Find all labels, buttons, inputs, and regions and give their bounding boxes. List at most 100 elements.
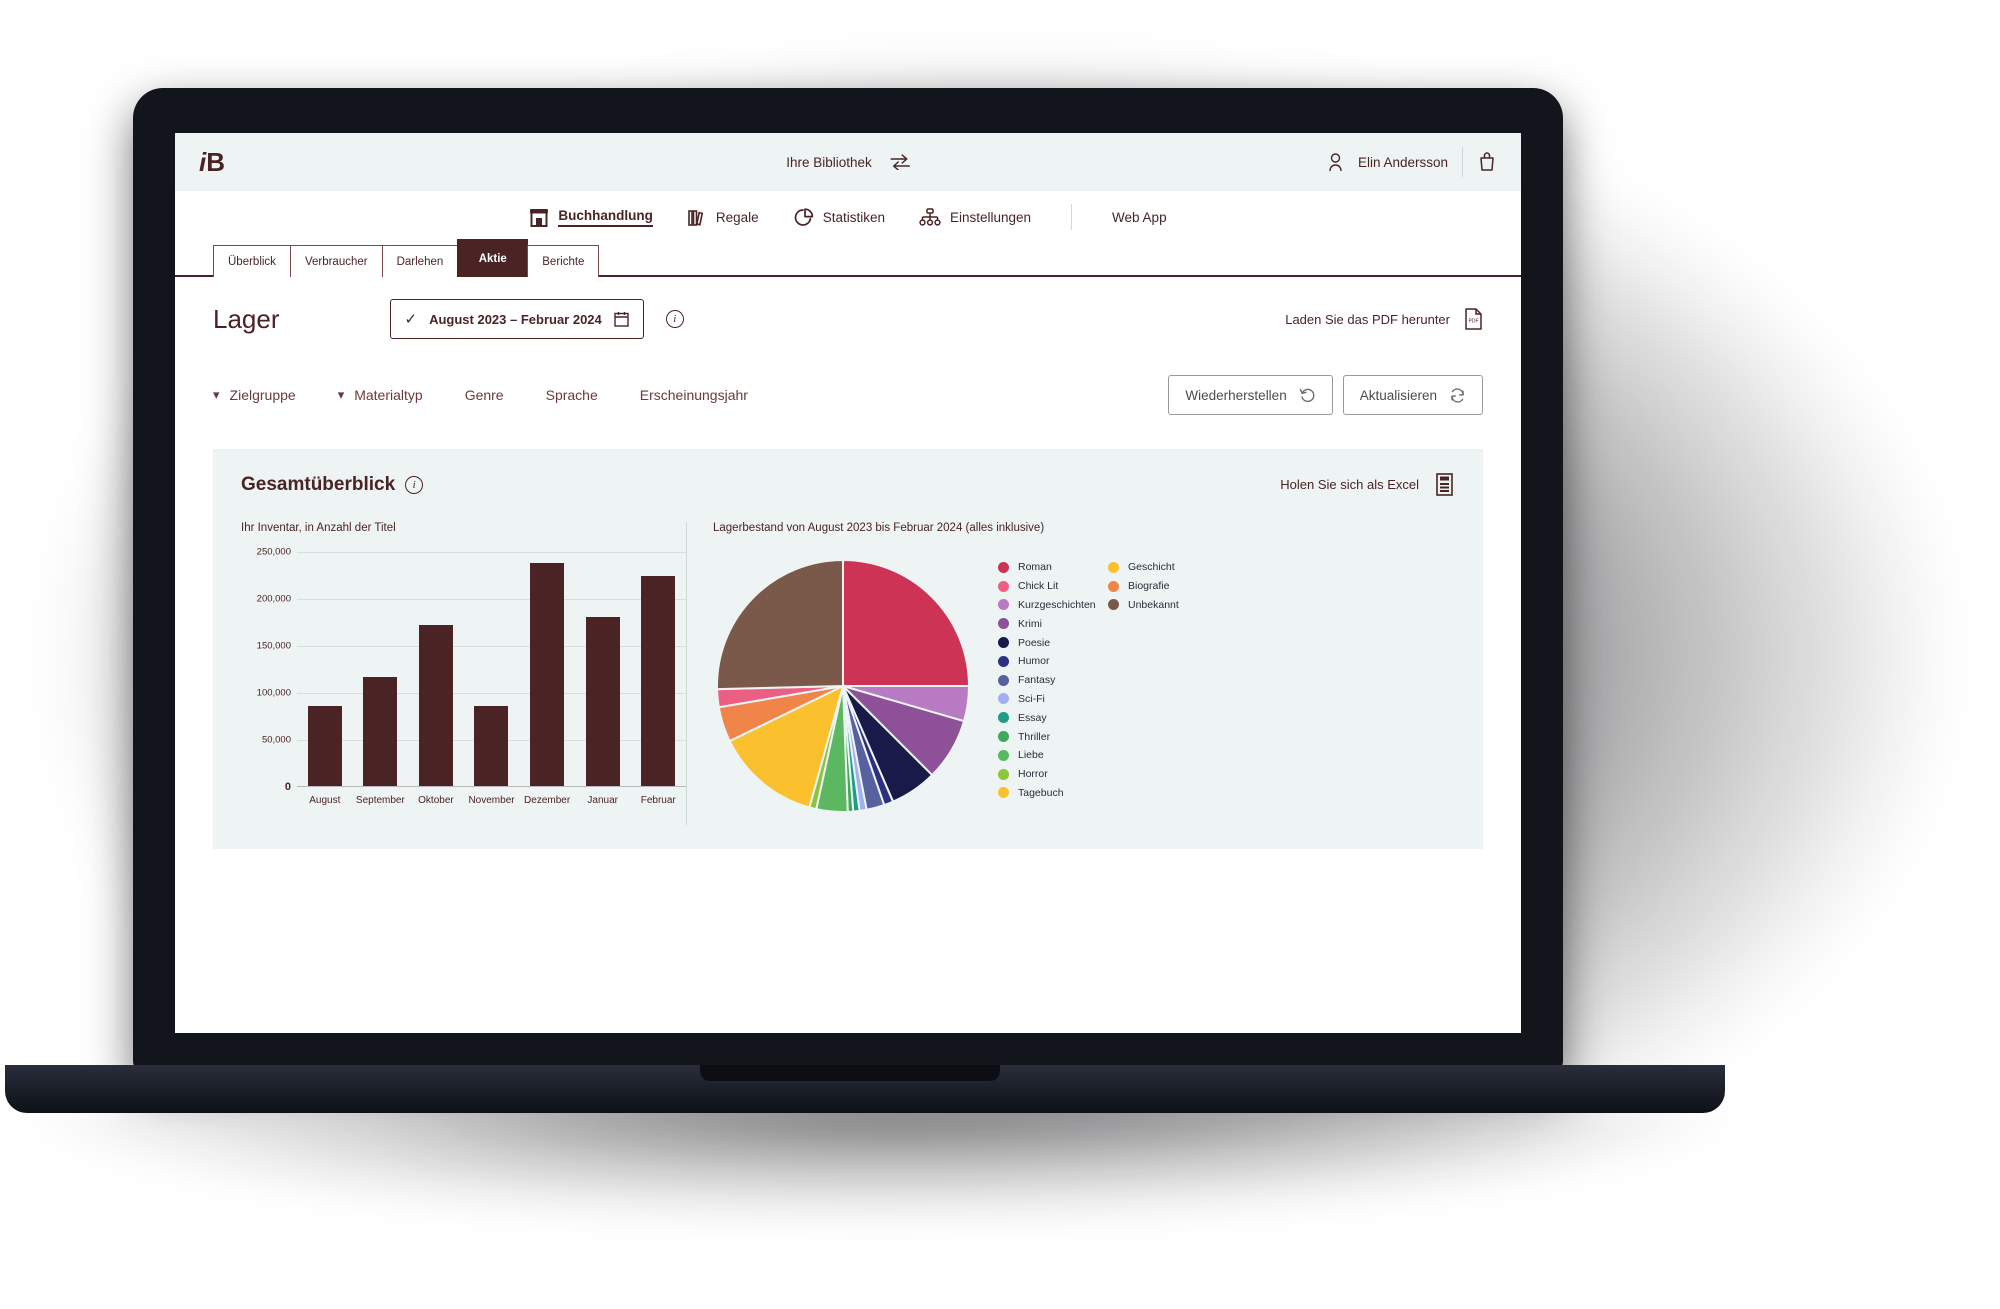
info-icon[interactable]: i bbox=[405, 475, 424, 494]
legend-color-dot bbox=[1108, 580, 1119, 592]
filter-genre[interactable]: Genre bbox=[465, 387, 504, 403]
bar[interactable] bbox=[585, 616, 620, 786]
refresh-button[interactable]: Aktualisieren bbox=[1342, 375, 1483, 415]
legend-label: Geschicht bbox=[1128, 561, 1175, 574]
bar-chart-plot bbox=[297, 552, 686, 787]
bar[interactable] bbox=[474, 706, 509, 786]
legend-item[interactable]: Humor bbox=[998, 652, 1108, 671]
nav-item-buchhandlung[interactable]: Buchhandlung bbox=[529, 208, 653, 227]
y-axis-tick: 200,000 bbox=[256, 593, 291, 605]
legend-item[interactable]: Unbekannt bbox=[1108, 596, 1218, 615]
tab-label: Berichte bbox=[542, 255, 585, 268]
filter-materialtyp[interactable]: ▾ Materialtyp bbox=[338, 387, 423, 403]
card-title: Gesamtüberblick bbox=[241, 473, 396, 495]
tab-aktie[interactable]: Aktie bbox=[457, 239, 529, 277]
bar[interactable] bbox=[530, 563, 565, 786]
y-axis-tick: 0 bbox=[284, 781, 291, 793]
legend-label: Krimi bbox=[1018, 617, 1042, 630]
reset-label: Wiederherstellen bbox=[1185, 387, 1287, 403]
download-pdf-button[interactable]: Laden Sie das PDF herunter PDF bbox=[1285, 308, 1483, 330]
filter-sprache[interactable]: Sprache bbox=[546, 387, 598, 403]
x-axis-label: Januar bbox=[587, 795, 618, 806]
legend-item[interactable]: Fantasy bbox=[998, 671, 1108, 690]
calendar-icon[interactable] bbox=[614, 311, 629, 327]
legend-item[interactable]: Essay bbox=[998, 708, 1108, 727]
nav-item-statistiken[interactable]: Statistiken bbox=[793, 207, 885, 227]
bar[interactable] bbox=[363, 676, 398, 786]
bar[interactable] bbox=[307, 706, 342, 786]
pie-svg bbox=[716, 558, 971, 813]
pie-slice[interactable] bbox=[842, 558, 971, 687]
legend-label: Humor bbox=[1018, 655, 1050, 668]
nav-item-regale[interactable]: Regale bbox=[687, 208, 759, 227]
user-name[interactable]: Elin Andersson bbox=[1358, 155, 1448, 170]
nav-label: Regale bbox=[715, 209, 759, 225]
basket-icon[interactable] bbox=[1477, 152, 1497, 172]
pie-slice[interactable] bbox=[716, 558, 844, 691]
info-icon[interactable]: i bbox=[665, 310, 684, 328]
legend-color-dot bbox=[998, 731, 1009, 743]
page-title: Lager bbox=[213, 303, 280, 334]
legend-item[interactable]: Kurzgeschichten bbox=[998, 596, 1108, 615]
charts-row: Ihr Inventar, in Anzahl der Titel 0 50,00… bbox=[241, 522, 1455, 825]
app-screen: iB Ihre Bibliothek Elin Andersson Buchha… bbox=[175, 133, 1521, 1033]
bar-chart-x-labels: August September Oktober November Dezember Ja… bbox=[241, 795, 686, 806]
legend-color-dot bbox=[998, 599, 1009, 611]
screenshot-stage: iB Ihre Bibliothek Elin Andersson Buchha… bbox=[0, 0, 2000, 1309]
get-as-excel-button[interactable]: Holen Sie sich als Excel bbox=[1280, 473, 1455, 496]
legend-label: Horror bbox=[1018, 768, 1048, 781]
tab-uberblick[interactable]: Überblick bbox=[213, 245, 291, 277]
nav-item-einstellungen[interactable]: Einstellungen bbox=[919, 207, 1032, 227]
tab-darlehen[interactable]: Darlehen bbox=[381, 245, 459, 277]
legend-item[interactable]: Geschicht bbox=[1108, 558, 1218, 577]
filter-bar: ▾ Zielgruppe ▾ Materialtyp Genre Sprache… bbox=[213, 375, 1483, 415]
legend-item[interactable]: Liebe bbox=[998, 746, 1108, 765]
bookshelf-icon bbox=[688, 209, 704, 226]
pdf-file-icon: PDF bbox=[1465, 308, 1482, 330]
legend-item[interactable]: Krimi bbox=[998, 614, 1108, 633]
nav-divider bbox=[1071, 204, 1073, 230]
filter-actions: Wiederherstellen Aktualisieren bbox=[1168, 375, 1483, 415]
legend-item[interactable]: Roman bbox=[998, 558, 1108, 577]
chevron-down-icon: ▾ bbox=[213, 387, 220, 402]
nav-label: Einstellungen bbox=[949, 209, 1032, 225]
legend-label: Sci-Fi bbox=[1018, 692, 1045, 705]
library-label: Ihre Bibliothek bbox=[786, 154, 872, 170]
laptop-base-shadow bbox=[0, 1105, 1760, 1225]
bar[interactable] bbox=[418, 625, 453, 786]
tab-berichte[interactable]: Berichte bbox=[527, 245, 600, 277]
legend-item[interactable]: Sci-Fi bbox=[998, 690, 1108, 709]
filter-label: Genre bbox=[464, 387, 504, 403]
nav-label: Buchhandlung bbox=[558, 208, 653, 227]
bar-chart-y-axis: 0 50,000 100,000 150,000 200,000 250,000 bbox=[241, 547, 297, 794]
legend-item[interactable]: Horror bbox=[998, 765, 1108, 784]
nav-item-web-app[interactable]: Web App bbox=[1112, 210, 1167, 225]
tab-label: Darlehen bbox=[396, 255, 444, 268]
filter-zielgruppe[interactable]: ▾ Zielgruppe bbox=[213, 387, 296, 403]
swap-arrows-icon[interactable] bbox=[890, 154, 910, 170]
app-logo[interactable]: iB bbox=[199, 146, 225, 178]
legend-color-dot bbox=[998, 561, 1009, 573]
filter-label: Materialtyp bbox=[354, 387, 423, 403]
y-axis-tick: 150,000 bbox=[256, 640, 291, 652]
tab-verbraucher[interactable]: Verbraucher bbox=[289, 245, 383, 277]
check-icon: ✓ bbox=[404, 311, 418, 328]
reset-button[interactable]: Wiederherstellen bbox=[1168, 375, 1333, 415]
user-icon[interactable] bbox=[1327, 152, 1344, 172]
legend-item[interactable]: Thriller bbox=[998, 727, 1108, 746]
filter-erscheinungsjahr[interactable]: Erscheinungsjahr bbox=[640, 387, 748, 403]
pie-chart[interactable] bbox=[713, 552, 998, 825]
legend-item[interactable]: Biografie bbox=[1108, 577, 1218, 596]
legend-item[interactable]: Tagebuch bbox=[998, 784, 1108, 803]
nav-label: Statistiken bbox=[822, 209, 885, 225]
x-axis-label: November bbox=[468, 795, 515, 806]
library-switcher[interactable]: Ihre Bibliothek bbox=[786, 154, 910, 170]
bar[interactable] bbox=[641, 576, 676, 786]
filter-label: Zielgruppe bbox=[229, 387, 296, 403]
sub-tabs: Überblick Verbraucher Darlehen Aktie Ber… bbox=[175, 239, 1521, 277]
legend-item[interactable]: Poesie bbox=[998, 633, 1108, 652]
date-range-picker[interactable]: ✓ August 2023 – Februar 2024 bbox=[389, 299, 644, 339]
logo-i: i bbox=[199, 146, 206, 177]
legend-item[interactable]: Chick Lit bbox=[998, 577, 1108, 596]
main-nav: Buchhandlung Regale Statistiken Einstell… bbox=[175, 191, 1521, 243]
